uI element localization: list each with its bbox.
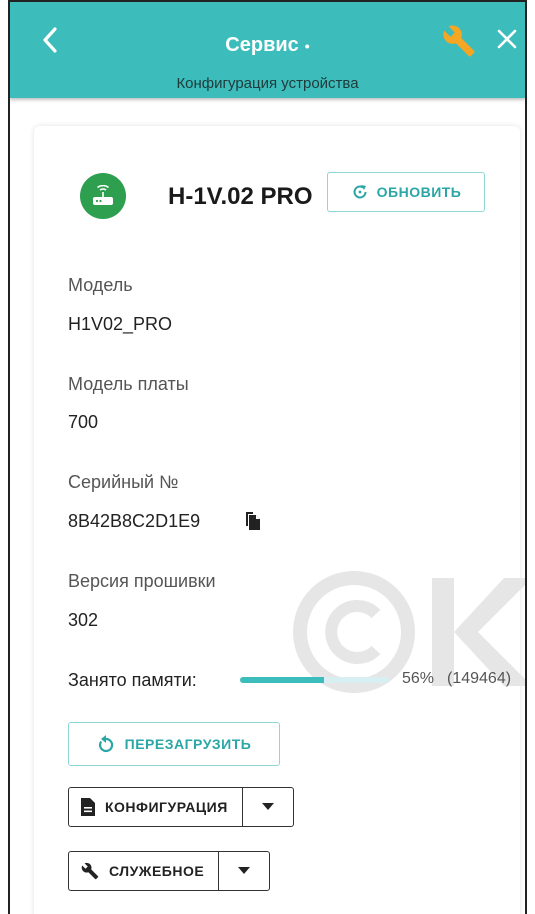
memory-progress-bar (240, 677, 390, 683)
close-icon[interactable] (494, 26, 520, 52)
firmware-label: Версия прошивки (68, 571, 216, 591)
copy-icon[interactable] (245, 511, 263, 531)
model-value: H1V02_PRO (68, 314, 173, 334)
serial-value: 8B42B8C2D1E9 (68, 511, 201, 531)
header-title-text: Сервис (225, 34, 299, 56)
header-bar: Сервис • Конфигурация устройства (10, 2, 525, 98)
reboot-button[interactable]: ПЕРЕЗАГРУЗИТЬ (68, 722, 280, 766)
memory-bytes: (149464) (447, 670, 512, 687)
service-button-label: СЛУЖЕБНОЕ (109, 863, 205, 879)
device-name: H-1V.02 PRO (168, 183, 313, 210)
caret-down-icon (238, 867, 251, 874)
memory-progress-fill (240, 677, 324, 683)
refresh-button-label: ОБНОВИТЬ (376, 184, 462, 200)
app-window: Сервис • Конфигурация устройства H-1V.02 … (8, 0, 527, 914)
board-model-value: 700 (68, 412, 99, 432)
config-button-label: КОНФИГУРАЦИЯ (105, 799, 228, 815)
service-dropdown-toggle[interactable] (219, 852, 269, 890)
service-button[interactable]: СЛУЖЕБНОЕ (69, 852, 220, 890)
config-dropdown: КОНФИГУРАЦИЯ (68, 787, 294, 827)
router-icon (80, 173, 126, 219)
wrench-icon[interactable] (442, 24, 476, 58)
service-dropdown: СЛУЖЕБНОЕ (68, 851, 271, 891)
refresh-icon (353, 185, 367, 199)
memory-label: Занято памяти: (68, 670, 197, 690)
board-model-label: Модель платы (68, 374, 189, 394)
memory-percent: 56% (402, 670, 435, 687)
serial-label: Серийный № (68, 472, 179, 492)
document-icon (81, 798, 95, 816)
refresh-button[interactable]: ОБНОВИТЬ (327, 172, 485, 212)
config-button[interactable]: КОНФИГУРАЦИЯ (69, 788, 243, 826)
header-title-dot: • (304, 37, 310, 54)
reboot-button-label: ПЕРЕЗАГРУЗИТЬ (124, 736, 252, 752)
config-dropdown-toggle[interactable] (243, 788, 293, 826)
model-label: Модель (68, 275, 133, 295)
header-subtitle: Конфигурация устройства (176, 75, 359, 92)
caret-down-icon (261, 803, 274, 810)
reboot-icon (98, 735, 113, 753)
firmware-value: 302 (68, 610, 99, 630)
wrench-icon (81, 862, 99, 880)
